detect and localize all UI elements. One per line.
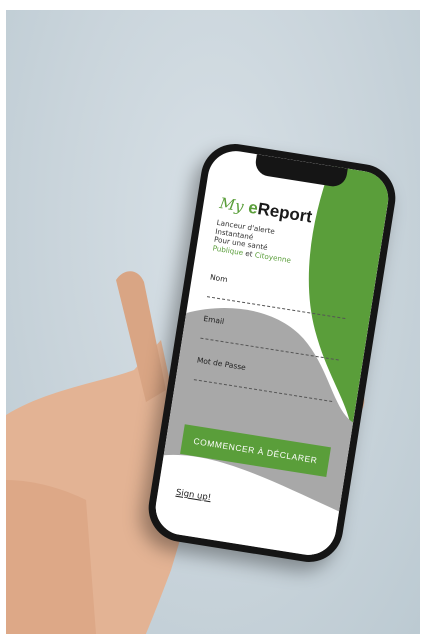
product-photo: My eReport Lanceur d'alerte Instantané P… (6, 10, 420, 634)
logo-my: My (218, 194, 245, 216)
